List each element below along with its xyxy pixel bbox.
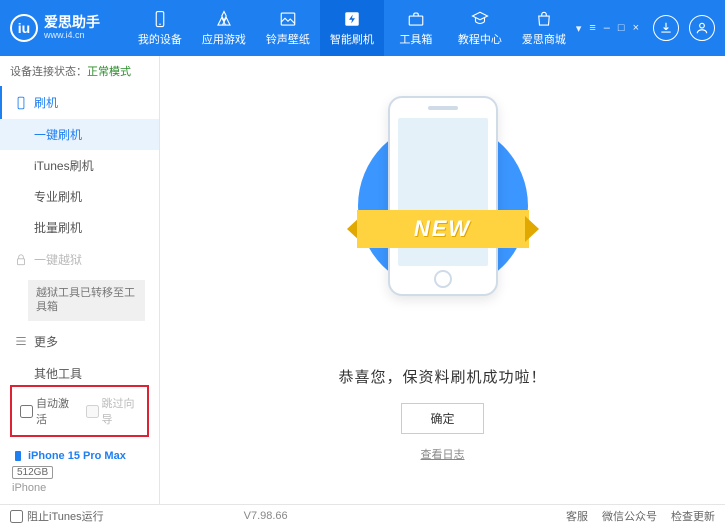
sidebar-item-other-tools[interactable]: 其他工具: [0, 358, 159, 379]
sidebar-head-more[interactable]: 更多: [0, 325, 159, 358]
wallpaper-icon: [278, 10, 298, 28]
settings-button[interactable]: ≡: [589, 22, 595, 35]
nav-apps-games[interactable]: 应用游戏: [192, 0, 256, 56]
footer-wechat[interactable]: 微信公众号: [602, 508, 657, 524]
jailbreak-note: 越狱工具已转移至工具箱: [28, 280, 145, 321]
new-ribbon: NEW: [357, 210, 529, 248]
toolbox-icon: [406, 10, 426, 28]
tutorial-icon: [470, 10, 490, 28]
nav-toolbox[interactable]: 工具箱: [384, 0, 448, 56]
apps-icon: [214, 10, 234, 28]
auto-activate-checkbox[interactable]: 自动激活: [20, 395, 74, 427]
app-title: 爱思助手: [44, 15, 100, 30]
title-bar: iu 爱思助手 www.i4.cn 我的设备 应用游戏 铃声壁纸 智能刷机 工具…: [0, 0, 725, 56]
user-icon: [695, 21, 709, 35]
nav-my-device[interactable]: 我的设备: [128, 0, 192, 56]
footer-support[interactable]: 客服: [566, 508, 588, 524]
options-highlight-box: 自动激活 跳过向导: [10, 385, 149, 437]
download-icon: [659, 21, 673, 35]
view-log-link[interactable]: 查看日志: [421, 446, 465, 462]
sidebar-item-pro-flash[interactable]: 专业刷机: [0, 181, 159, 212]
list-icon: [14, 334, 28, 348]
sidebar-head-jailbreak[interactable]: 一键越狱: [0, 243, 159, 276]
sidebar-head-flash[interactable]: 刷机: [0, 86, 159, 119]
skip-guide-checkbox[interactable]: 跳过向导: [86, 395, 140, 427]
ok-button[interactable]: 确定: [401, 403, 483, 434]
close-button[interactable]: ×: [633, 22, 639, 35]
phone-icon: [12, 449, 24, 463]
logo-icon: iu: [10, 14, 38, 42]
minimize-button[interactable]: –: [604, 22, 610, 35]
main-content: NEW 恭喜您，保资料刷机成功啦！ 确定 查看日志: [160, 56, 725, 504]
logo: iu 爱思助手 www.i4.cn: [10, 14, 128, 42]
device-storage: 512GB: [12, 466, 53, 479]
nav-tutorials[interactable]: 教程中心: [448, 0, 512, 56]
lock-icon: [14, 253, 28, 267]
device-status: 设备连接状态：正常模式: [0, 56, 159, 86]
nav-smart-flash[interactable]: 智能刷机: [320, 0, 384, 56]
header-controls: ▾ ≡ – □ ×: [576, 15, 715, 41]
menu-button[interactable]: ▾: [576, 22, 582, 35]
sidebar-item-itunes-flash[interactable]: iTunes刷机: [0, 150, 159, 181]
download-button[interactable]: [653, 15, 679, 41]
nav-store[interactable]: 爱思商城: [512, 0, 576, 56]
flash-icon: [342, 10, 362, 28]
status-bar-footer: 阻止iTunes运行 V7.98.66 客服 微信公众号 检查更新: [0, 504, 725, 527]
footer-check-update[interactable]: 检查更新: [671, 508, 715, 524]
device-name[interactable]: iPhone 15 Pro Max: [12, 449, 147, 463]
block-itunes-checkbox[interactable]: 阻止iTunes运行: [10, 508, 104, 524]
success-message: 恭喜您，保资料刷机成功啦！: [338, 366, 546, 387]
sidebar-item-batch-flash[interactable]: 批量刷机: [0, 212, 159, 243]
nav-ringtone-wallpaper[interactable]: 铃声壁纸: [256, 0, 320, 56]
maximize-button[interactable]: □: [618, 22, 625, 35]
sidebar: 设备连接状态：正常模式 刷机 一键刷机 iTunes刷机 专业刷机 批量刷机 一…: [0, 56, 160, 504]
phone-flash-icon: [14, 96, 28, 110]
sidebar-item-oneclick-flash[interactable]: 一键刷机: [0, 119, 159, 150]
success-illustration: NEW: [363, 96, 523, 296]
version-label: V7.98.66: [244, 510, 288, 522]
main-nav: 我的设备 应用游戏 铃声壁纸 智能刷机 工具箱 教程中心 爱思商城: [128, 0, 576, 56]
store-icon: [534, 10, 554, 28]
device-icon: [150, 10, 170, 28]
status-mode: 正常模式: [87, 66, 131, 78]
connected-device: iPhone 15 Pro Max 512GB iPhone: [0, 443, 159, 504]
device-type: iPhone: [12, 482, 147, 494]
user-button[interactable]: [689, 15, 715, 41]
app-subtitle: www.i4.cn: [44, 31, 100, 41]
